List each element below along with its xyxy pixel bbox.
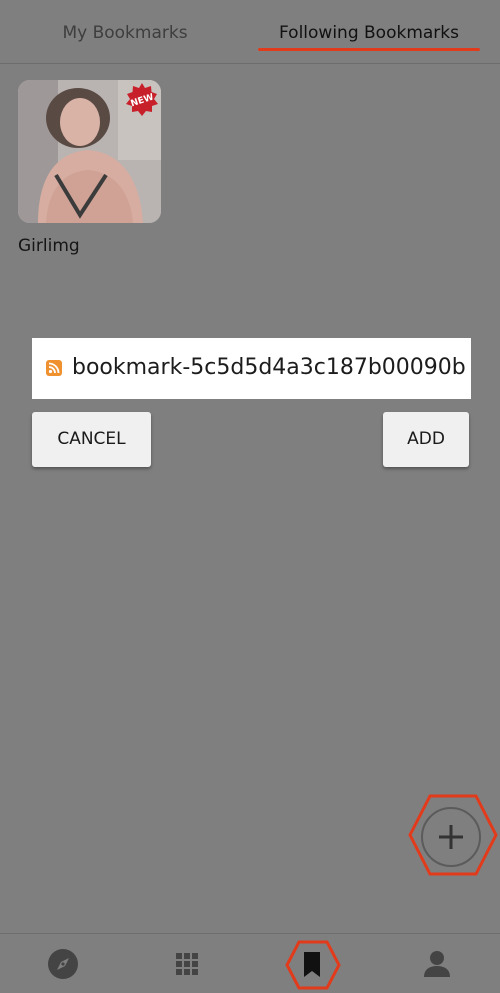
tab-bar: My Bookmarks Following Bookmarks [0,0,500,64]
active-tab-indicator [258,48,480,51]
following-bookmark-label: Girlimg [18,236,80,256]
nav-bookmark-highlight-hexagon [285,940,341,990]
tab-my-bookmarks[interactable]: My Bookmarks [20,16,230,50]
new-badge-icon: NEW [126,83,158,116]
tab-following-bookmarks[interactable]: Following Bookmarks [258,16,480,50]
plus-icon [439,825,463,849]
nav-profile[interactable] [421,948,453,980]
person-icon [424,951,450,977]
bookmark-id-value: bookmark-5c5d5d4a3c187b00090b [72,355,466,380]
nav-apps[interactable] [171,948,203,980]
add-button[interactable]: ADD [383,412,469,467]
grid-icon [176,953,198,975]
compass-icon [48,949,78,979]
add-bookmark-fab[interactable] [421,807,481,867]
cancel-button[interactable]: CANCEL [32,412,151,467]
bookmark-id-input[interactable]: bookmark-5c5d5d4a3c187b00090b [32,338,471,399]
rss-icon [46,360,62,376]
following-bookmark-card[interactable]: NEW [18,80,161,223]
nav-explore[interactable] [47,948,79,980]
bottom-navigation [0,933,500,993]
